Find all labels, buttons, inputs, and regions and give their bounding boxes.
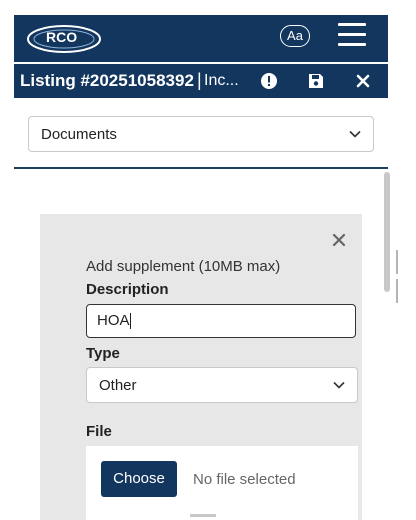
svg-text:RCO: RCO xyxy=(46,29,77,45)
hamburger-menu-icon[interactable] xyxy=(338,23,366,49)
choose-file-button[interactable]: Choose xyxy=(101,461,177,497)
file-label: File xyxy=(86,423,112,440)
resize-handle[interactable] xyxy=(396,250,402,303)
close-icon[interactable] xyxy=(354,72,372,90)
top-header: RCO Aa xyxy=(14,15,388,62)
listing-bar: Listing #20251058392 | Inc... xyxy=(14,64,388,98)
file-status-text: No file selected xyxy=(193,471,296,488)
type-select-value: Other xyxy=(99,377,137,394)
panel-close-icon[interactable] xyxy=(332,233,346,247)
type-select[interactable]: Other xyxy=(86,367,358,403)
scrollbar[interactable] xyxy=(384,172,390,512)
exclamation-circle-icon[interactable] xyxy=(260,72,278,90)
chevron-down-icon xyxy=(349,130,361,138)
section-select[interactable]: Documents xyxy=(28,116,374,152)
description-label: Description xyxy=(86,281,169,298)
section-divider xyxy=(14,167,388,169)
text-size-button[interactable]: Aa xyxy=(280,25,310,47)
supplement-heading: Add supplement (10MB max) xyxy=(86,258,281,275)
scrollbar-thumb[interactable] xyxy=(384,172,390,292)
save-icon[interactable] xyxy=(307,72,325,90)
listing-separator: | xyxy=(197,70,202,90)
rco-logo[interactable]: RCO xyxy=(26,24,104,54)
description-field[interactable]: HOA xyxy=(86,304,356,338)
bottom-sheet-handle[interactable] xyxy=(190,514,216,517)
section-select-value: Documents xyxy=(41,126,117,143)
listing-status: Inc... xyxy=(204,72,239,89)
listing-title: Listing #20251058392 xyxy=(20,71,194,90)
chevron-down-icon xyxy=(333,381,345,389)
type-label: Type xyxy=(86,345,120,362)
description-value: HOA xyxy=(97,312,130,329)
